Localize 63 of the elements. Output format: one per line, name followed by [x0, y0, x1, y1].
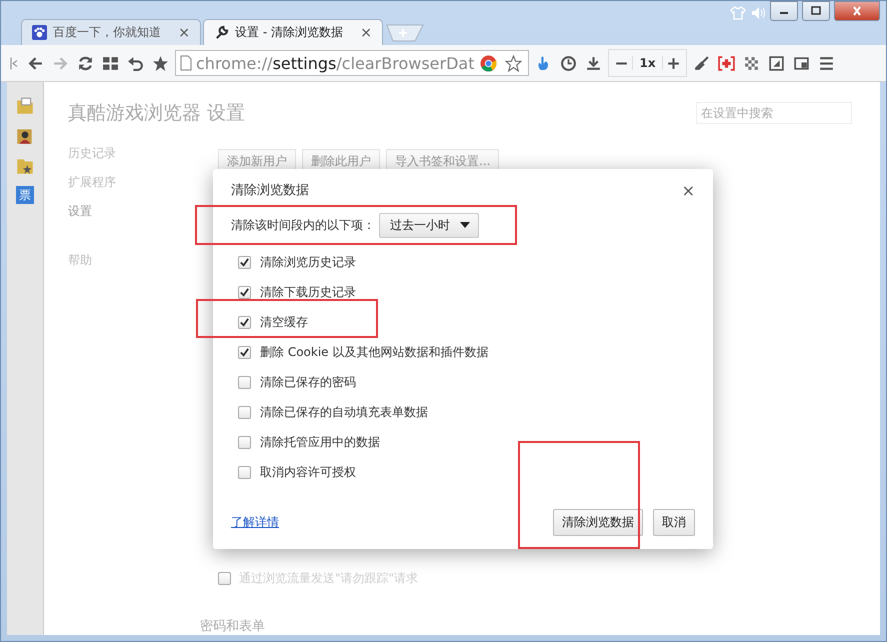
sidebar-toggle-icon[interactable] [9, 54, 19, 72]
tab-title: 设置 - 清除浏览数据 [235, 24, 344, 41]
close-button[interactable]: × [682, 180, 695, 200]
checkbox[interactable] [238, 466, 251, 478]
undo-icon[interactable] [127, 54, 144, 72]
checkbox[interactable] [238, 376, 251, 388]
chrome-logo-icon [480, 54, 498, 72]
checkbox[interactable] [238, 256, 251, 268]
page-icon [180, 55, 192, 71]
dialog-button[interactable]: 取消 [653, 509, 695, 536]
medical-cross-icon[interactable] [718, 54, 735, 72]
checkerboard-icon[interactable] [742, 54, 760, 72]
maximize-icon [810, 6, 822, 16]
checkbox[interactable] [218, 572, 231, 585]
time-range-label: 清除该时间段内的以下项： [231, 216, 375, 234]
clock-icon[interactable] [560, 54, 578, 72]
browser-tab[interactable]: 百度一下，你就知道 × [21, 19, 201, 45]
bookmark-star-icon[interactable] [505, 54, 522, 72]
checkbox[interactable] [238, 346, 251, 358]
learn-more-link[interactable]: 了解详情 [231, 514, 279, 531]
star-icon[interactable] [152, 54, 169, 72]
dialog-button[interactable]: 清除浏览数据 [553, 509, 643, 536]
minimize-button[interactable] [770, 1, 798, 21]
checkbox-label: 取消内容许可授权 [260, 464, 356, 480]
checkbox-label: 清除托管应用中的数据 [260, 434, 380, 450]
checkbox-label: 清除已保存的密码 [260, 374, 356, 390]
menu-icon[interactable] [818, 54, 835, 72]
close-icon [851, 6, 863, 16]
settings-title: 真酷游戏浏览器 设置 [68, 101, 246, 126]
reload-icon[interactable] [77, 54, 94, 72]
address-bar[interactable]: chrome://settings/clearBrowserDat [175, 50, 530, 76]
checkbox-label: 清除浏览历史记录 [260, 254, 356, 270]
checkbox-label: 清除下载历史记录 [260, 284, 356, 300]
checkbox[interactable] [238, 286, 251, 298]
search-field[interactable]: 在设置中搜索 [696, 102, 852, 124]
wrench-icon [214, 25, 229, 40]
download-icon[interactable] [585, 54, 602, 72]
url-text: chrome://settings/clearBrowserDat [196, 54, 474, 72]
picture-in-picture-icon[interactable] [792, 54, 810, 72]
ticket-shortcut[interactable]: 票 [16, 186, 34, 204]
close-window-button[interactable] [834, 1, 880, 21]
checkbox[interactable] [238, 436, 251, 448]
folder-icon[interactable] [15, 96, 35, 116]
checkbox-label: 删除 Cookie 以及其他网站数据和插件数据 [260, 344, 488, 360]
checkbox[interactable] [238, 316, 251, 328]
time-range-dropdown[interactable]: 过去一小时 [379, 212, 479, 238]
section-heading: 密码和表单 [200, 618, 266, 635]
paw-icon [32, 25, 47, 40]
browser-tab[interactable]: 设置 - 清除浏览数据 × [203, 19, 383, 45]
checkbox[interactable] [238, 406, 251, 418]
caret-icon [460, 222, 470, 228]
checkbox-label: 清空缓存 [260, 314, 308, 330]
grid-icon[interactable] [102, 54, 119, 72]
close-tab-button[interactable]: × [360, 24, 372, 40]
close-tab-button[interactable]: × [178, 24, 190, 40]
back-icon[interactable] [27, 54, 44, 72]
broom-icon[interactable] [692, 54, 710, 72]
zoom-level: 1x [632, 56, 663, 70]
tab-title: 百度一下，你就知道 [53, 24, 162, 41]
dialog-title: 清除浏览数据 [231, 182, 309, 199]
maximize-button[interactable] [802, 1, 830, 21]
checkbox-label: 清除已保存的自动填充表单数据 [260, 404, 428, 420]
resize-window-icon[interactable] [768, 54, 785, 72]
